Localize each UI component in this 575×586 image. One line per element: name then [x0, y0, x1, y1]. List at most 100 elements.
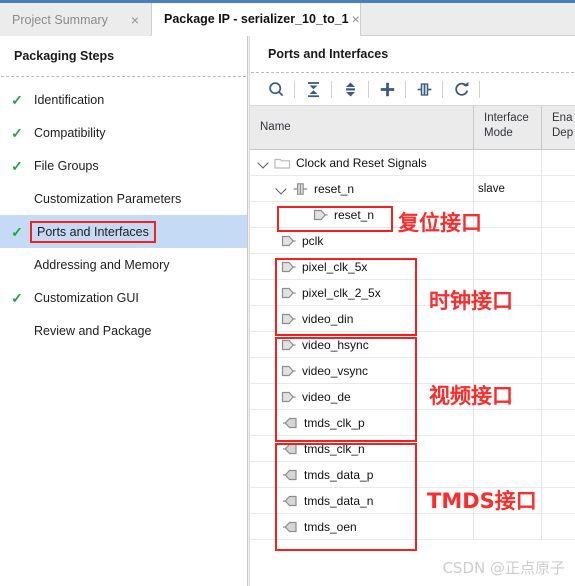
expand-all-icon[interactable] [334, 76, 366, 102]
row-enablement-cell[interactable] [541, 176, 575, 202]
column-header-line2: Mode [484, 127, 513, 139]
annotation-label-reset: 复位接口 [398, 211, 482, 235]
table-row[interactable]: video_din [250, 306, 575, 332]
chevron-down-icon[interactable] [276, 183, 288, 195]
row-interface-mode-cell[interactable] [473, 332, 541, 358]
row-name-cell[interactable]: tmds_clk_p [250, 410, 473, 436]
row-name-cell[interactable]: Clock and Reset Signals [250, 150, 473, 176]
row-name-label: tmds_clk_n [304, 442, 365, 456]
row-interface-mode-cell[interactable] [473, 150, 541, 176]
annotation-label-tmds: TMDS接口 [427, 489, 537, 513]
column-header-line2: Dep [552, 127, 574, 139]
table-row[interactable]: Clock and Reset Signals [250, 150, 575, 176]
row-interface-mode-cell[interactable] [473, 436, 541, 462]
row-name-cell[interactable]: reset_n [250, 176, 473, 202]
toolbar-separator [479, 80, 480, 98]
input-port-icon [280, 364, 297, 378]
sidebar-item-ports-and-interfaces[interactable]: ✓ Ports and Interfaces [0, 215, 247, 248]
row-interface-mode-cell[interactable] [473, 514, 541, 540]
row-enablement-cell[interactable] [541, 358, 575, 384]
row-enablement-cell[interactable] [541, 462, 575, 488]
tab-package-ip[interactable]: Package IP - serializer_10_to_1 × [151, 3, 361, 36]
table-row[interactable]: tmds_clk_n [250, 436, 575, 462]
tab-label: Package IP - serializer_10_to_1 [164, 12, 349, 26]
row-name-cell[interactable]: video_hsync [250, 332, 473, 358]
row-enablement-cell[interactable] [541, 254, 575, 280]
row-interface-mode-cell[interactable] [473, 410, 541, 436]
table-row[interactable]: tmds_clk_p [250, 410, 575, 436]
row-enablement-cell[interactable] [541, 332, 575, 358]
sidebar-item-addressing-and-memory[interactable]: Addressing and Memory [0, 248, 247, 281]
sidebar-item-customization-gui[interactable]: ✓ Customization GUI [0, 281, 247, 314]
table-row[interactable]: pixel_clk_5x [250, 254, 575, 280]
sidebar-item-file-groups[interactable]: ✓ File Groups [0, 149, 247, 182]
row-name-cell[interactable]: pixel_clk_5x [250, 254, 473, 280]
sidebar-item-customization-parameters[interactable]: Customization Parameters [0, 182, 247, 215]
sidebar-item-label: File Groups [34, 158, 99, 173]
table-row[interactable]: video_de [250, 384, 575, 410]
row-name-cell[interactable]: tmds_clk_n [250, 436, 473, 462]
row-name-label: tmds_data_n [304, 494, 374, 508]
row-enablement-cell[interactable] [541, 280, 575, 306]
chevron-down-icon[interactable] [258, 157, 270, 169]
sidebar-item-label: Compatibility [34, 125, 106, 140]
collapse-all-icon[interactable] [297, 76, 329, 102]
close-icon[interactable]: × [128, 13, 142, 27]
toolbar-separator [442, 80, 443, 98]
input-port-icon [280, 338, 297, 352]
search-icon[interactable] [260, 76, 292, 102]
output-port-icon [282, 442, 299, 456]
table-row[interactable]: tmds_oen [250, 514, 575, 540]
sidebar-item-compatibility[interactable]: ✓ Compatibility [0, 116, 247, 149]
row-name-label: pclk [302, 234, 324, 248]
row-enablement-cell[interactable] [541, 306, 575, 332]
close-icon[interactable]: × [349, 12, 363, 26]
row-enablement-cell[interactable] [541, 150, 575, 176]
row-interface-mode-cell[interactable] [473, 202, 541, 228]
output-port-icon [282, 494, 299, 508]
row-interface-mode-cell[interactable] [473, 254, 541, 280]
annotation-label-video: 视频接口 [429, 384, 513, 408]
row-interface-mode-cell[interactable] [473, 228, 541, 254]
row-enablement-cell[interactable] [541, 202, 575, 228]
ports-panel-title: Ports and Interfaces [268, 47, 389, 61]
table-row[interactable]: reset_n slave [250, 176, 575, 202]
check-icon: ✓ [11, 124, 23, 141]
row-name-label: tmds_data_p [304, 468, 374, 482]
column-header-enablement-dependency[interactable]: Ena Dep [541, 106, 575, 150]
check-icon: ✓ [11, 289, 23, 306]
row-name-cell[interactable]: tmds_oen [250, 514, 473, 540]
tab-project-summary[interactable]: Project Summary × [0, 3, 150, 36]
table-row[interactable]: video_vsync [250, 358, 575, 384]
column-header-interface-mode[interactable]: Interface Mode [473, 106, 541, 150]
row-enablement-cell[interactable] [541, 228, 575, 254]
row-enablement-cell[interactable] [541, 410, 575, 436]
row-enablement-cell[interactable] [541, 488, 575, 514]
add-icon[interactable] [371, 76, 403, 102]
row-enablement-cell[interactable] [541, 436, 575, 462]
row-name-label: video_de [302, 390, 351, 404]
table-row[interactable]: video_hsync [250, 332, 575, 358]
package-ip-window: Project Summary × Package IP - serialize… [0, 0, 575, 586]
toolbar-separator [294, 80, 295, 98]
row-name-label: Clock and Reset Signals [296, 156, 427, 170]
column-header-name[interactable]: Name [250, 106, 473, 150]
row-name-label: video_din [302, 312, 354, 326]
folder-icon [274, 156, 291, 170]
sidebar-item-review-and-package[interactable]: Review and Package [0, 314, 247, 347]
sidebar-item-label: Customization GUI [34, 290, 139, 305]
toolbar-separator [368, 80, 369, 98]
table-row[interactable]: pixel_clk_2_5x [250, 280, 575, 306]
annotation-label-clock: 时钟接口 [429, 289, 513, 313]
row-enablement-cell[interactable] [541, 384, 575, 410]
row-interface-mode-cell[interactable]: slave [473, 176, 541, 202]
row-name-label: pixel_clk_2_5x [302, 286, 381, 300]
auto-infer-interface-icon[interactable] [408, 76, 440, 102]
row-name-label: reset_n [314, 182, 355, 196]
refresh-icon[interactable] [445, 76, 477, 102]
row-name-label: tmds_oen [304, 520, 357, 534]
input-port-icon [280, 286, 297, 300]
sidebar-item-identification[interactable]: ✓ Identification [0, 83, 247, 116]
sidebar-item-label: Identification [34, 92, 105, 107]
row-enablement-cell[interactable] [541, 514, 575, 540]
